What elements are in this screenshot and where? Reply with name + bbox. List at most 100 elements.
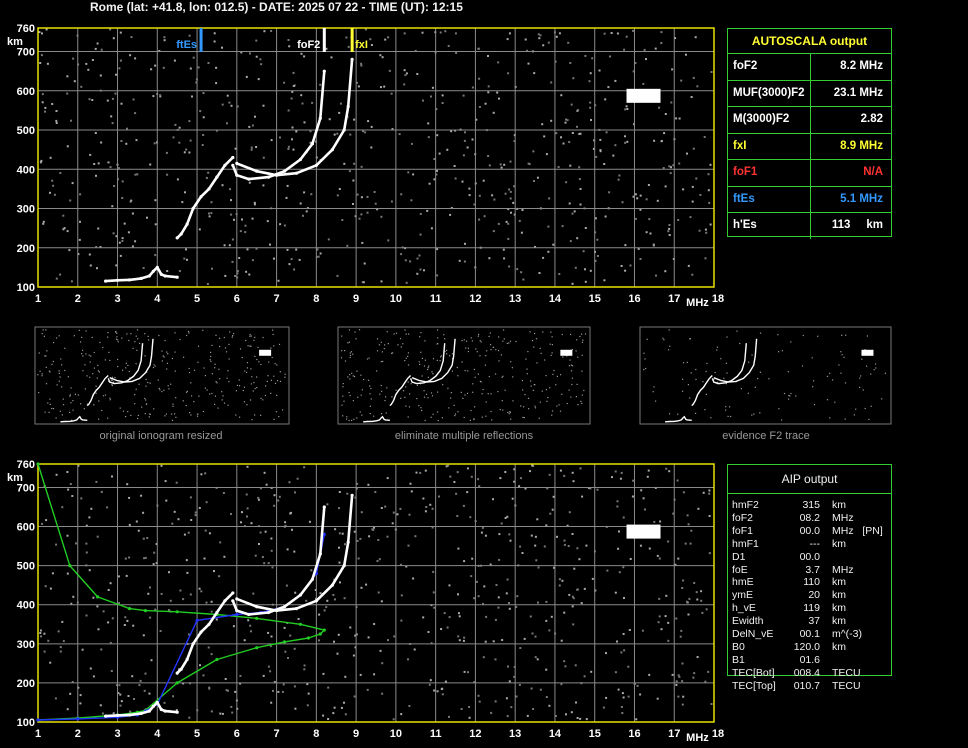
noise-speckle — [478, 194, 481, 197]
thumbnail-speckle — [725, 362, 727, 364]
noise-speckle — [357, 557, 360, 560]
thumbnail-speckle — [111, 384, 113, 386]
aip-param-name: hmF2 — [732, 499, 759, 511]
noise-speckle — [177, 518, 180, 521]
noise-speckle — [627, 665, 630, 668]
noise-speckle — [70, 280, 73, 283]
noise-speckle — [494, 700, 497, 703]
thumbnail-speckle — [85, 330, 87, 332]
thumbnail-speckle — [253, 339, 255, 341]
autoscala-title: AUTOSCALA output — [728, 29, 891, 54]
noise-speckle — [90, 507, 93, 510]
noise-speckle — [219, 712, 222, 715]
noise-speckle — [687, 613, 690, 616]
noise-speckle — [463, 636, 466, 639]
thumbnail-speckle — [655, 400, 657, 402]
noise-speckle — [211, 267, 213, 270]
noise-speckle — [323, 609, 326, 612]
noise-speckle — [270, 30, 273, 32]
noise-speckle — [499, 163, 502, 166]
noise-speckle — [327, 718, 330, 720]
noise-speckle — [461, 180, 464, 183]
noise-speckle — [518, 683, 521, 686]
noise-speckle — [188, 151, 191, 154]
noise-speckle — [273, 504, 276, 507]
noise-speckle — [571, 595, 574, 598]
noise-speckle — [317, 255, 320, 258]
noise-speckle — [79, 694, 82, 697]
noise-speckle — [102, 610, 105, 613]
thumbnail-speckle — [759, 371, 761, 373]
noise-speckle — [560, 639, 563, 642]
thumbnail-speckle — [58, 380, 60, 382]
noise-speckle — [107, 589, 110, 591]
noise-speckle — [590, 119, 592, 121]
noise-speckle — [353, 695, 356, 698]
noise-speckle — [531, 464, 534, 467]
thumbnail-speckle — [349, 374, 351, 376]
noise-speckle — [581, 495, 584, 498]
noise-speckle — [578, 558, 581, 561]
noise-speckle — [403, 32, 406, 35]
aip-param-unit: MHz [PN] — [832, 524, 883, 537]
aip-param-name: TEC[Bot] — [732, 666, 775, 679]
thumbnail-speckle — [264, 394, 266, 397]
thumbnail-speckle — [348, 391, 350, 394]
row-divider — [810, 213, 811, 239]
noise-speckle — [440, 688, 443, 691]
noise-speckle — [110, 670, 113, 672]
noise-speckle — [463, 139, 466, 142]
data-point — [36, 462, 40, 466]
autoscala-value: 2.82 — [860, 113, 883, 125]
noise-speckle — [41, 522, 43, 525]
thumbnail-speckle — [862, 389, 864, 391]
noise-speckle — [326, 599, 329, 602]
thumbnail-speckle — [104, 394, 107, 396]
thumbnail-speckle — [62, 398, 64, 400]
noise-speckle — [691, 273, 694, 276]
thumbnail-speckle — [154, 365, 156, 367]
thumbnail-speckle — [89, 361, 91, 363]
thumbnail-speckle — [52, 360, 54, 363]
noise-speckle — [358, 217, 361, 220]
noise-speckle — [616, 505, 619, 508]
noise-speckle — [285, 196, 288, 199]
noise-speckle — [332, 593, 335, 596]
noise-speckle — [69, 483, 72, 485]
thumbnail-speckle — [539, 401, 541, 403]
noise-speckle — [506, 38, 509, 41]
noise-speckle — [257, 498, 260, 501]
thumbnail-speckle — [254, 336, 256, 338]
noise-speckle — [604, 98, 607, 101]
thumbnail-speckle — [841, 334, 843, 336]
noise-speckle — [467, 671, 469, 674]
noise-speckle — [303, 466, 306, 469]
noise-speckle — [671, 673, 674, 676]
thumbnail-speckle — [449, 355, 451, 357]
noise-speckle — [376, 560, 379, 562]
x-tick-label: 13 — [509, 293, 521, 305]
aip-param-value: 00.0 — [799, 524, 820, 537]
noise-speckle — [407, 544, 410, 547]
data-point — [255, 616, 259, 621]
noise-speckle — [509, 190, 512, 193]
thumbnail-speckle — [163, 389, 165, 391]
thumbnail-speckle — [759, 412, 761, 414]
noise-speckle — [189, 139, 192, 142]
thumbnail-speckle — [197, 361, 199, 363]
noise-speckle — [444, 680, 447, 683]
thumbnail-speckle — [421, 409, 423, 412]
noise-speckle — [496, 91, 499, 94]
noise-speckle — [322, 714, 325, 717]
noise-speckle — [678, 675, 681, 678]
thumbnail-speckle — [135, 388, 137, 390]
noise-speckle — [516, 268, 519, 271]
autoscala-label: foF1 — [733, 166, 758, 178]
thumbnail-speckle — [873, 369, 875, 371]
thumbnail-speckle — [191, 395, 193, 397]
noise-speckle — [55, 119, 58, 122]
noise-speckle — [215, 618, 218, 621]
thumbnail-speckle — [381, 351, 383, 353]
thumbnail-block — [560, 349, 573, 356]
thumbnail-speckle — [481, 393, 483, 395]
